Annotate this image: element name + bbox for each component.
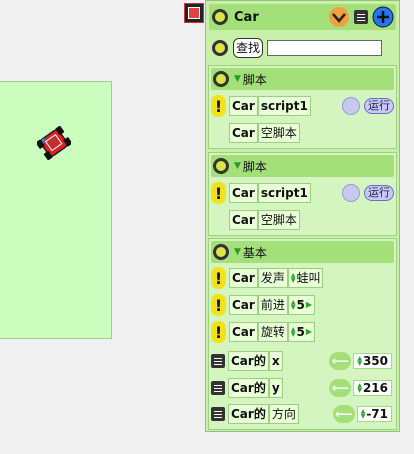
clock-icon[interactable] <box>342 97 360 115</box>
value-tile[interactable]: ▲ ▼ -71 <box>356 406 392 422</box>
object-tile[interactable]: Car <box>229 295 258 315</box>
chevron-down-icon[interactable] <box>328 6 350 28</box>
run-button[interactable]: 运行 <box>364 98 394 114</box>
command-row: ! Car 发声 ▲ ▼ 蛙叫 <box>211 266 394 290</box>
section-title: 脚本 <box>242 72 267 87</box>
object-tile[interactable]: Car <box>229 210 258 230</box>
argument-tile[interactable]: ▲ ▼ 5 ▶ <box>287 295 315 315</box>
add-icon[interactable] <box>372 6 394 28</box>
property-row: Car的 x ⟵ ▲ ▼ 350 <box>211 349 392 373</box>
exclamation-icon[interactable]: ! <box>211 321 226 343</box>
search-input[interactable] <box>267 40 383 56</box>
clock-icon[interactable] <box>342 184 360 202</box>
stepper-icon[interactable]: ▲ ▼ <box>291 273 296 284</box>
menu-icon[interactable] <box>211 407 225 421</box>
assign-arrow-icon[interactable]: ⟵ <box>329 379 352 397</box>
car-sprite[interactable] <box>37 126 71 160</box>
command-tile[interactable]: 前进 <box>257 295 288 315</box>
scripts-section-1: ▼ 脚本 ! Car script1 运行 Car 空脚本 <box>208 65 397 149</box>
triangle-down-icon[interactable]: ▼ <box>234 161 241 171</box>
run-button[interactable]: 运行 <box>364 185 394 201</box>
exclamation-icon[interactable]: ! <box>211 95 226 117</box>
stepper-icon[interactable]: ▲ ▼ <box>357 383 362 394</box>
viewer-header: Car <box>209 4 396 30</box>
basic-section: ▼ 基本 ! Car 发声 ▲ ▼ 蛙叫 ! Car 前进 ▲ ▼ 5 ▶ ! Ca… <box>208 238 397 430</box>
command-tile[interactable]: 旋转 <box>257 322 288 342</box>
section-title: 基本 <box>242 245 267 260</box>
triangle-down-icon[interactable]: ▼ <box>234 247 241 257</box>
section-toggle-button[interactable] <box>213 158 229 174</box>
script-name-tile[interactable]: script1 <box>257 96 311 116</box>
object-tile[interactable]: Car <box>229 183 258 203</box>
argument-tile[interactable]: ▲ ▼ 5 ▶ <box>287 322 315 342</box>
menu-icon[interactable] <box>211 354 225 368</box>
object-viewer: Car 查找 ▼ 脚本 ! Car script1 运行 Car 空脚本 ▼ 脚… <box>205 0 400 432</box>
command-row: ! Car 前进 ▲ ▼ 5 ▶ <box>211 293 394 317</box>
argument-value: 5 <box>296 298 305 312</box>
assign-arrow-icon[interactable]: ⟵ <box>329 352 352 370</box>
search-label: 查找 <box>233 38 264 58</box>
value-tile[interactable]: ▲ ▼ 216 <box>353 380 392 396</box>
world-stage[interactable] <box>0 81 112 339</box>
arrow-right-icon: ▶ <box>305 300 312 309</box>
property-row: Car的 y ⟵ ▲ ▼ 216 <box>211 376 392 400</box>
section-toggle-button[interactable] <box>213 71 229 87</box>
stepper-icon[interactable]: ▲ ▼ <box>291 327 296 338</box>
property-tile[interactable]: 方向 <box>268 404 299 424</box>
stepper-icon[interactable]: ▲ ▼ <box>361 409 366 420</box>
object-tile[interactable]: Car的 <box>228 351 269 371</box>
search-row: 查找 <box>209 37 396 59</box>
halo-icon[interactable] <box>184 3 204 23</box>
arrow-right-icon: ▶ <box>305 327 312 336</box>
empty-script-row: Car 空脚本 <box>229 122 394 144</box>
empty-script-tile[interactable]: 空脚本 <box>257 123 300 143</box>
property-row: Car的 方向 ⟵ ▲ ▼ -71 <box>211 402 392 426</box>
script-name-tile[interactable]: script1 <box>257 183 311 203</box>
argument-value: 5 <box>296 325 305 339</box>
section-toggle-button[interactable] <box>213 244 229 260</box>
object-tile[interactable]: Car <box>229 123 258 143</box>
property-value: -71 <box>366 407 388 421</box>
property-value: 216 <box>362 381 388 395</box>
menu-icon[interactable] <box>211 381 225 395</box>
command-row: ! Car 旋转 ▲ ▼ 5 ▶ <box>211 320 394 344</box>
empty-script-row: Car 空脚本 <box>229 209 394 231</box>
empty-script-tile[interactable]: 空脚本 <box>257 210 300 230</box>
property-value: 350 <box>362 354 388 368</box>
section-title: 脚本 <box>242 159 267 174</box>
triangle-down-icon[interactable]: ▼ <box>234 74 241 84</box>
object-tile[interactable]: Car <box>229 322 258 342</box>
object-name: Car <box>234 9 259 25</box>
property-tile[interactable]: y <box>268 378 283 398</box>
object-tile[interactable]: Car <box>229 268 258 288</box>
collapse-viewer-button[interactable] <box>212 9 228 25</box>
value-tile[interactable]: ▲ ▼ 350 <box>353 353 392 369</box>
command-tile[interactable]: 发声 <box>257 268 288 288</box>
assign-arrow-icon[interactable]: ⟵ <box>332 405 355 423</box>
section-header: ▼ 基本 <box>211 241 394 263</box>
property-tile[interactable]: x <box>268 351 283 371</box>
object-tile[interactable]: Car <box>229 96 258 116</box>
exclamation-icon[interactable]: ! <box>211 294 226 316</box>
object-tile[interactable]: Car的 <box>228 404 269 424</box>
stepper-icon[interactable]: ▲ ▼ <box>357 356 362 367</box>
section-header: ▼ 脚本 <box>211 68 394 90</box>
exclamation-icon[interactable]: ! <box>211 182 226 204</box>
exclamation-icon[interactable]: ! <box>211 267 226 289</box>
menu-icon[interactable] <box>354 10 368 24</box>
script-row: ! Car script1 运行 <box>211 181 394 205</box>
search-toggle-button[interactable] <box>212 40 228 56</box>
argument-value: 蛙叫 <box>296 271 321 285</box>
script-row: ! Car script1 运行 <box>211 94 394 118</box>
section-header: ▼ 脚本 <box>211 155 394 177</box>
argument-tile[interactable]: ▲ ▼ 蛙叫 <box>287 268 324 288</box>
object-tile[interactable]: Car的 <box>228 378 269 398</box>
stepper-icon[interactable]: ▲ ▼ <box>291 300 296 311</box>
scripts-section-2: ▼ 脚本 ! Car script1 运行 Car 空脚本 <box>208 152 397 236</box>
